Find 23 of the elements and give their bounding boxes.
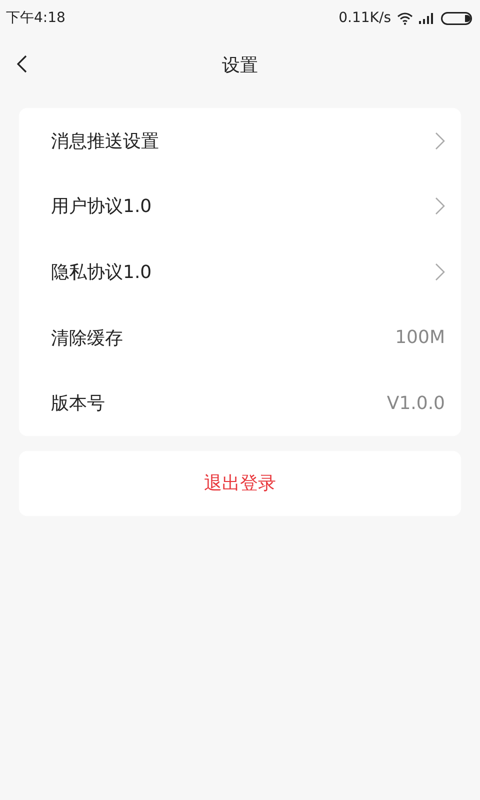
setting-label: 消息推送设置 (51, 130, 159, 153)
network-speed: 0.11K/s (338, 10, 391, 26)
settings-row[interactable]: 消息推送设置 (19, 108, 461, 174)
status-time: 下午4:18 (6, 9, 66, 27)
settings-row[interactable]: 版本号 V1.0.0 (19, 370, 461, 436)
settings-row[interactable]: 清除缓存 100M (19, 304, 461, 370)
wifi-icon (397, 12, 413, 24)
chevron-right-icon (435, 197, 445, 216)
chevron-left-icon (17, 55, 27, 73)
setting-label: 隐私协议1.0 (51, 260, 152, 284)
settings-row[interactable]: 用户协议1.0 (19, 174, 461, 240)
settings-row[interactable]: 隐私协议1.0 (19, 239, 461, 305)
chevron-right-icon (435, 132, 445, 150)
logout-button[interactable]: 退出登录 (19, 450, 461, 516)
setting-label: 版本号 (51, 392, 105, 416)
setting-label: 用户协议1.0 (51, 195, 152, 218)
page-title: 设置 (222, 54, 258, 77)
battery-icon (441, 12, 472, 24)
signal-icon (419, 12, 435, 24)
setting-value: V1.0.0 (386, 392, 445, 414)
setting-value: 100M (395, 327, 445, 348)
setting-label: 清除缓存 (51, 326, 123, 350)
chevron-right-icon (435, 262, 445, 281)
